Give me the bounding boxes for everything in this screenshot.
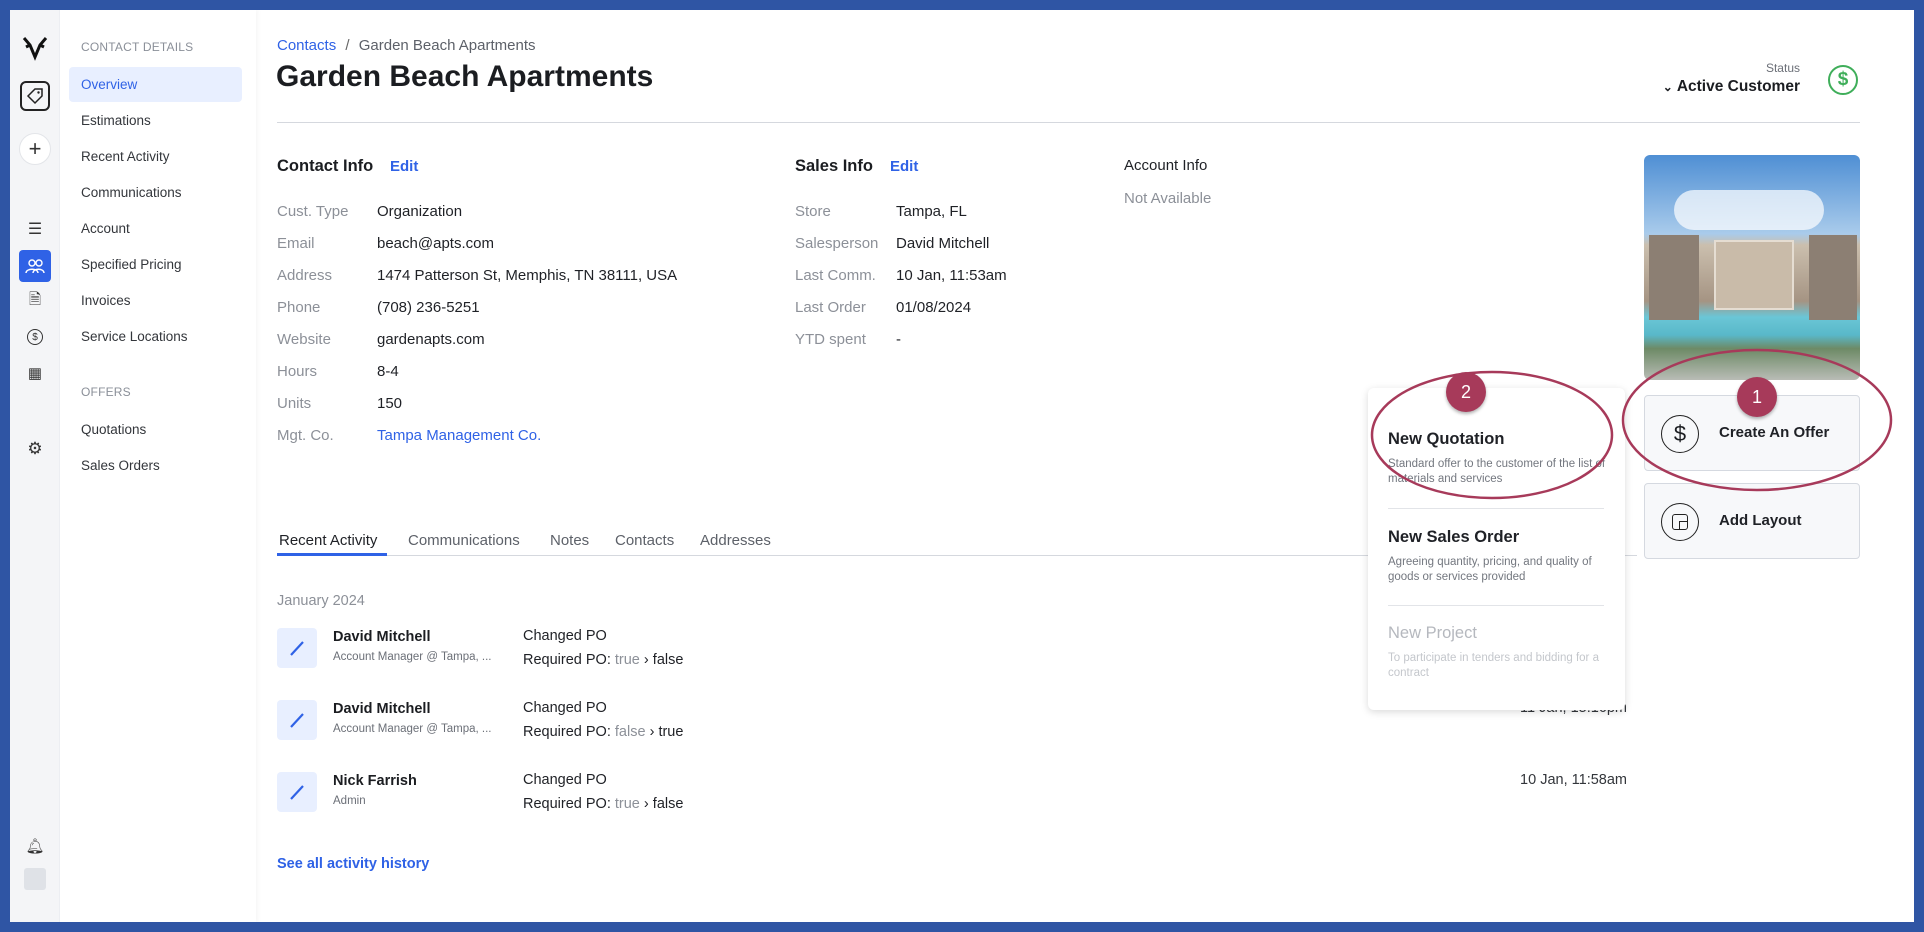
app-window: + ☰ 🗎 $ ▦ ⚙ 🔔︎ CONTACT DETAILS Overview … xyxy=(10,10,1914,922)
annotation-badge-1: 1 xyxy=(1737,377,1777,417)
annotation-badge-2: 2 xyxy=(1446,372,1486,412)
annotation-ellipses xyxy=(1370,348,1893,500)
